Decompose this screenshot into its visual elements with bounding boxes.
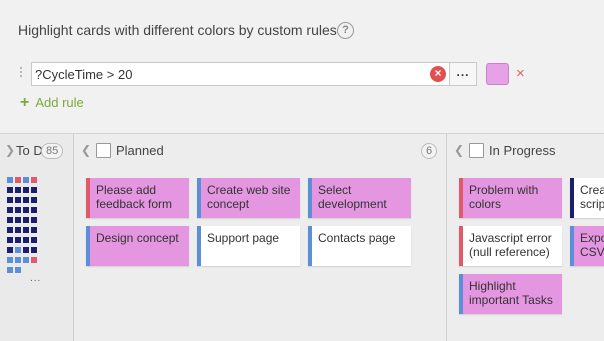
- mini-card-marker[interactable]: [23, 207, 29, 213]
- card-title: Expo CSV: [580, 231, 604, 259]
- mini-card-marker[interactable]: [7, 237, 13, 243]
- card-title: Problem with colors: [469, 183, 539, 211]
- card-title: Select development: [318, 183, 387, 211]
- mini-card-marker[interactable]: [7, 207, 13, 213]
- card[interactable]: Javascript error (null reference): [459, 226, 562, 266]
- mini-card-marker[interactable]: [31, 197, 37, 203]
- mini-card-marker[interactable]: [31, 217, 37, 223]
- plus-icon: +: [20, 94, 30, 111]
- mini-card-marker[interactable]: [7, 247, 13, 253]
- kanban-board: ❯ To D 85 ... ❮ Planned 6 Please add fee…: [0, 133, 604, 341]
- mini-card-marker[interactable]: [7, 177, 13, 183]
- mini-card-marker[interactable]: [31, 247, 37, 253]
- help-icon[interactable]: ?: [337, 22, 354, 39]
- mini-card-marker[interactable]: [31, 227, 37, 233]
- mini-card-marker[interactable]: [15, 257, 21, 263]
- column-title-todo: To D: [16, 143, 43, 158]
- mini-card-marker[interactable]: [15, 197, 21, 203]
- column-title-in-progress: In Progress: [489, 143, 556, 158]
- column-todo: ❯ To D 85 ...: [0, 134, 74, 341]
- card[interactable]: Support page: [197, 226, 300, 266]
- card-title: Javascript error (null reference): [469, 231, 552, 259]
- mini-card-marker[interactable]: [23, 197, 29, 203]
- card-title: Create web site concept: [207, 183, 291, 211]
- column-in-progress: ❮ In Progress Problem with colors Creat …: [447, 134, 604, 341]
- mini-card-marker[interactable]: [15, 187, 21, 193]
- mini-card-marker[interactable]: [31, 177, 37, 183]
- mini-card-marker[interactable]: [7, 187, 13, 193]
- mini-card-marker[interactable]: [15, 217, 21, 223]
- mini-card-marker[interactable]: [31, 237, 37, 243]
- rule-drag-handle-icon[interactable]: [20, 67, 26, 81]
- mini-card-marker[interactable]: [7, 227, 13, 233]
- column-title-planned: Planned: [116, 143, 164, 158]
- clear-rule-icon[interactable]: ×: [430, 66, 446, 82]
- mini-card-marker[interactable]: [31, 187, 37, 193]
- card-title: Highlight important Tasks: [469, 279, 553, 307]
- mini-card-marker[interactable]: [7, 257, 13, 263]
- mini-card-marker[interactable]: [23, 257, 29, 263]
- card[interactable]: Contacts page: [308, 226, 411, 266]
- mini-card-marker[interactable]: [15, 247, 21, 253]
- rule-more-button[interactable]: ...: [449, 62, 477, 86]
- mini-card-marker[interactable]: [7, 217, 13, 223]
- column-count-planned: 6: [421, 143, 438, 159]
- mini-card-marker[interactable]: [7, 197, 13, 203]
- rule-color-swatch[interactable]: [486, 63, 509, 85]
- card-title: Contacts page: [318, 231, 396, 245]
- card[interactable]: Please add feedback form: [86, 178, 189, 218]
- rule-expression-input[interactable]: [31, 62, 449, 86]
- expand-column-chevron-icon[interactable]: ❯: [5, 143, 15, 157]
- add-rule-link[interactable]: + Add rule: [20, 94, 84, 112]
- mini-card-marker[interactable]: [15, 227, 21, 233]
- mini-card-marker[interactable]: [7, 267, 13, 273]
- column-count-todo: 85: [41, 143, 64, 159]
- card[interactable]: Expo CSV: [570, 226, 604, 266]
- card[interactable]: Highlight important Tasks: [459, 274, 562, 314]
- rules-panel-title: Highlight cards with different colors by…: [18, 22, 337, 38]
- mini-card-marker[interactable]: [31, 207, 37, 213]
- column-planned: ❮ Planned 6 Please add feedback form Cre…: [74, 134, 447, 341]
- mini-card-marker[interactable]: [23, 247, 29, 253]
- mini-card-marker[interactable]: [23, 217, 29, 223]
- card-title: Support page: [207, 231, 280, 245]
- mini-card-marker[interactable]: [15, 207, 21, 213]
- card[interactable]: Problem with colors: [459, 178, 562, 218]
- add-rule-label: Add rule: [35, 95, 84, 110]
- mini-card-marker[interactable]: [23, 187, 29, 193]
- card[interactable]: Select development: [308, 178, 411, 218]
- card[interactable]: Create web site concept: [197, 178, 300, 218]
- column-select-checkbox-planned[interactable]: [96, 143, 111, 158]
- remove-rule-icon[interactable]: ×: [516, 65, 525, 83]
- mini-card-marker[interactable]: [23, 227, 29, 233]
- collapse-column-chevron-icon[interactable]: ❮: [454, 143, 464, 157]
- mini-card-marker[interactable]: [23, 237, 29, 243]
- card-title: Please add feedback form: [96, 183, 173, 211]
- column-select-checkbox-in-progress[interactable]: [469, 143, 484, 158]
- mini-card-marker[interactable]: [23, 177, 29, 183]
- mini-card-marker[interactable]: [31, 257, 37, 263]
- mini-card-marker[interactable]: [15, 237, 21, 243]
- mini-card-marker[interactable]: [15, 267, 21, 273]
- more-cards-indicator[interactable]: ...: [30, 273, 41, 284]
- collapse-column-chevron-icon[interactable]: ❮: [81, 143, 91, 157]
- card-title: Creat script: [580, 183, 604, 211]
- mini-card-marker[interactable]: [15, 177, 21, 183]
- card-title: Design concept: [96, 231, 179, 245]
- highlight-rules-panel: Highlight cards with different colors by…: [0, 0, 604, 133]
- card[interactable]: Creat script: [570, 178, 604, 218]
- card[interactable]: Design concept: [86, 226, 189, 266]
